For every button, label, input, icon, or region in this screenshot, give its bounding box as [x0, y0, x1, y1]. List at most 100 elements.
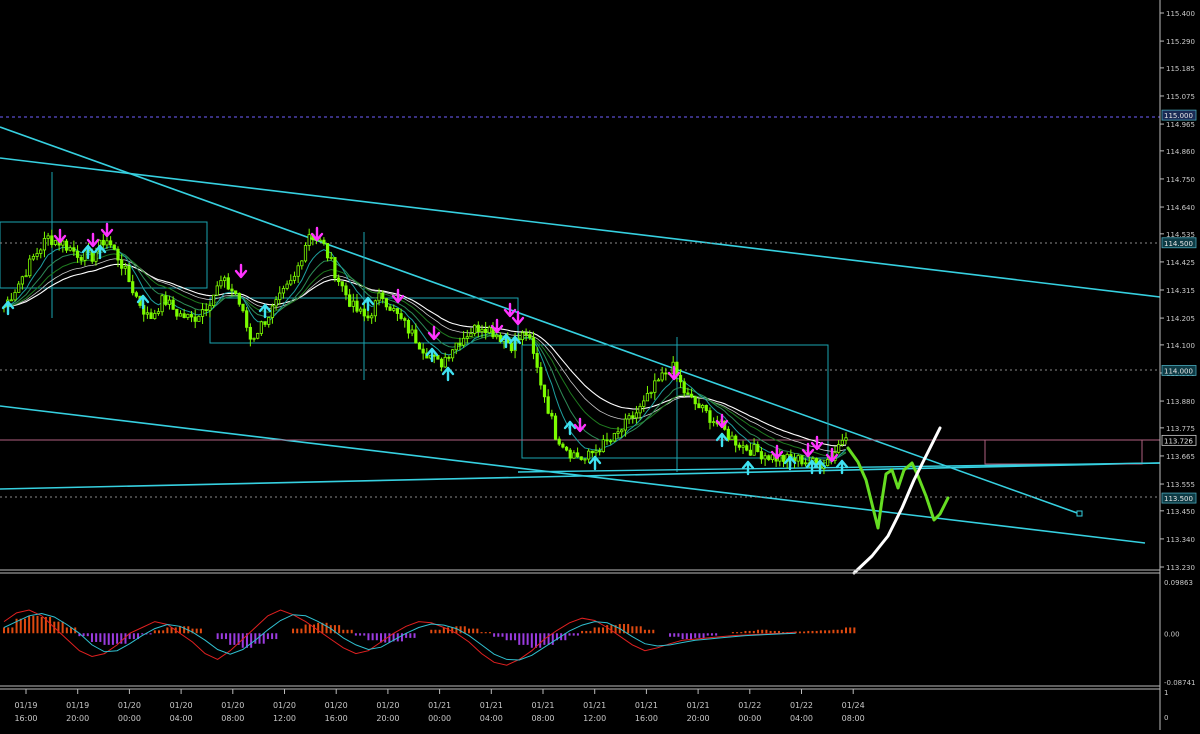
time-tick-date: 01/20	[325, 701, 348, 710]
forecast-drawing[interactable]	[846, 426, 950, 575]
candle-body	[208, 305, 212, 311]
candle-body	[153, 313, 157, 319]
candle-body	[373, 300, 377, 317]
level-label: 115.000	[1161, 109, 1197, 121]
candle-body	[167, 299, 172, 305]
candle-body	[734, 435, 738, 446]
price-tick-label: 115.400	[1166, 10, 1195, 18]
candle-body	[359, 308, 363, 312]
price-axis[interactable]: 115.400 115.290 115.185 115.075 114.965 114.8…	[1160, 10, 1195, 572]
candle-body	[274, 299, 278, 307]
candle-body	[546, 396, 550, 414]
level-box-113726[interactable]	[984, 439, 1143, 465]
candle-body	[730, 435, 734, 441]
candle-body	[752, 444, 756, 456]
candle-body	[39, 249, 43, 254]
time-tick-time: 08:00	[842, 714, 865, 723]
candle-body	[336, 277, 341, 283]
candle-body	[800, 455, 804, 465]
candle-body	[656, 379, 661, 382]
candle-body	[535, 353, 539, 368]
candle-body	[443, 356, 447, 368]
trendlines[interactable]	[0, 126, 1161, 544]
candle-body	[531, 337, 536, 354]
candle-body	[384, 298, 388, 308]
candle-body	[333, 257, 337, 279]
candle-body	[447, 356, 451, 359]
time-axis[interactable]: 01/19 16:00 01/19 20:00 01/20 00:00 01/20 04:00…	[14, 689, 865, 723]
time-tick-time: 12:00	[583, 714, 606, 723]
candle-body	[748, 449, 753, 456]
candle-body	[241, 303, 245, 312]
candle-body	[215, 285, 219, 296]
time-tick-date: 01/20	[273, 701, 296, 710]
candle-body	[175, 308, 179, 317]
level-label-text: 114.500	[1164, 240, 1193, 248]
candle-body	[605, 439, 609, 442]
chart-canvas[interactable]: 115.400 115.290 115.185 115.075 114.965 114.8…	[0, 0, 1200, 730]
candle-body	[432, 354, 436, 357]
candle-body	[193, 316, 197, 322]
candle-body	[414, 329, 418, 344]
candle-body	[329, 257, 333, 259]
candle-body	[204, 309, 208, 312]
candle-body	[351, 300, 355, 307]
candle-body	[223, 277, 227, 281]
time-tick-time: 04:00	[480, 714, 503, 723]
time-tick-time: 00:00	[428, 714, 451, 723]
price-tick-label: 113.230	[1166, 564, 1195, 572]
candle-body	[24, 275, 28, 278]
candle-body	[837, 444, 841, 453]
candle-body	[439, 358, 444, 368]
trendline-support[interactable]	[0, 462, 1161, 490]
candle-body	[557, 438, 561, 445]
candle-body	[270, 305, 275, 318]
level-label-text: 115.000	[1164, 112, 1193, 120]
trendline-handle[interactable]	[1076, 510, 1083, 517]
candle-body	[568, 449, 572, 459]
time-tick-date: 01/20	[376, 701, 399, 710]
candle-body	[487, 326, 491, 334]
candle-body	[219, 280, 223, 287]
candle-body	[759, 451, 764, 460]
candle-body	[609, 440, 613, 443]
time-tick-time: 00:00	[738, 714, 761, 723]
candle-body	[64, 240, 69, 251]
oscillator-axis[interactable]: 0.09863 0.00 -0.08741	[1164, 579, 1195, 687]
candle-body	[395, 308, 400, 314]
candle-body	[300, 260, 304, 267]
macd-oscillator-panel[interactable]	[3, 609, 856, 666]
candle-body	[344, 285, 348, 296]
candle-body	[120, 259, 124, 269]
candle-body	[145, 312, 149, 315]
candle-body	[631, 415, 635, 419]
level-label: 113.726	[1161, 434, 1197, 446]
candle-body	[325, 243, 330, 259]
candle-body	[50, 235, 54, 245]
candle-body	[259, 321, 263, 334]
trendline-upper-channel[interactable]	[0, 157, 1161, 298]
candle-body	[406, 319, 411, 334]
level-label: 114.500	[1161, 237, 1197, 249]
price-tick-label: 114.750	[1166, 176, 1195, 184]
price-tick-label: 114.640	[1166, 204, 1195, 212]
candle-body	[116, 248, 120, 261]
time-tick-date: 01/21	[428, 701, 451, 710]
time-tick-date: 01/22	[790, 701, 813, 710]
trendline-steep-resistance[interactable]	[0, 126, 1081, 515]
candle-body	[263, 321, 267, 325]
candle-body	[539, 366, 543, 386]
candle-body	[653, 380, 657, 393]
candle-body	[682, 381, 686, 394]
candle-body	[620, 429, 624, 433]
candle-body	[642, 400, 646, 407]
candle-body	[370, 315, 374, 319]
chart-window[interactable]: 115.400 115.290 115.185 115.075 114.965 114.8…	[0, 0, 1200, 730]
time-tick-time: 04:00	[170, 714, 193, 723]
range-box[interactable]	[521, 344, 829, 459]
level-label-text: 113.726	[1164, 437, 1193, 445]
candle-body	[388, 306, 392, 311]
candle-body	[612, 432, 616, 442]
candle-body	[476, 324, 480, 333]
candle-body	[708, 410, 712, 423]
